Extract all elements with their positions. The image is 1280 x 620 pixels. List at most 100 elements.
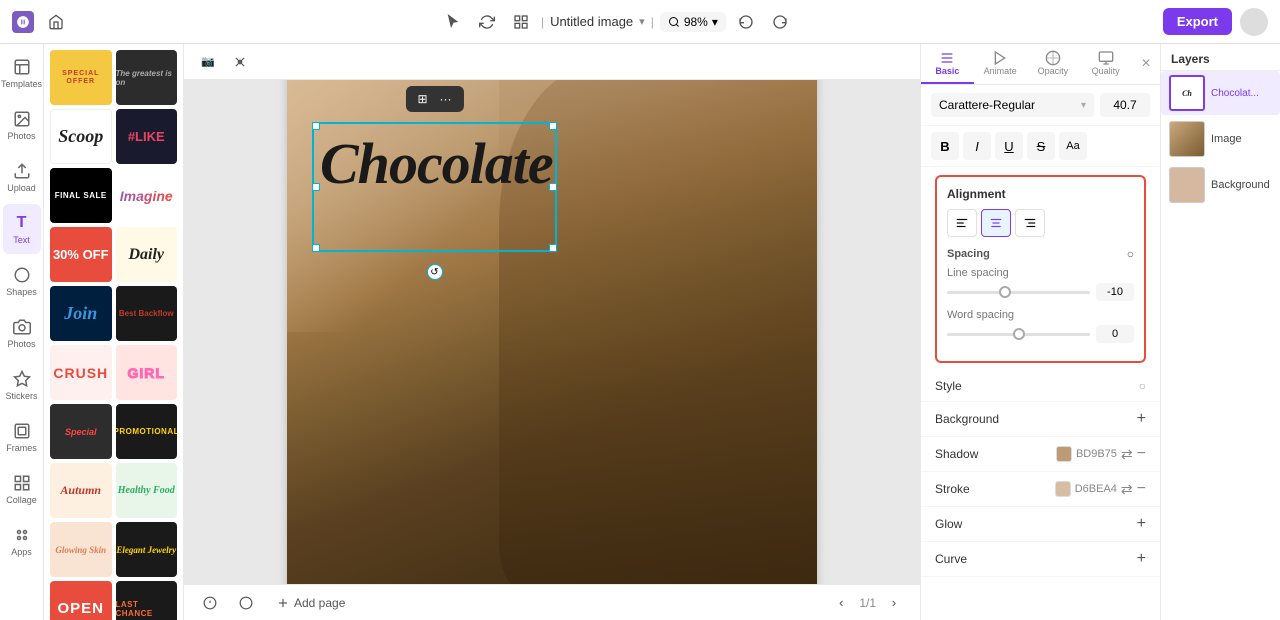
stroke-color-swatch[interactable] xyxy=(1055,481,1071,497)
shadow-edit-button[interactable]: ⇄ xyxy=(1121,446,1133,463)
align-right-icon xyxy=(1023,216,1037,230)
refresh-tool[interactable] xyxy=(473,8,501,36)
template-item-open[interactable]: OPEN xyxy=(50,581,112,620)
handle-bottom-right[interactable] xyxy=(549,244,557,252)
layer-item-image[interactable]: Image xyxy=(1161,117,1280,161)
align-right-button[interactable] xyxy=(1015,209,1045,237)
more-options-popup[interactable]: ··· xyxy=(436,90,456,108)
align-center-button[interactable] xyxy=(981,209,1011,237)
background-add-icon[interactable]: + xyxy=(1137,410,1146,428)
template-item-elegant-jewelry[interactable]: Elegant Jewelry xyxy=(116,522,178,577)
font-size-input[interactable] xyxy=(1100,93,1150,117)
canvas-main[interactable]: ⊞ ··· Chocolate ↺ xyxy=(287,80,817,584)
document-title[interactable]: Untitled image xyxy=(550,14,633,29)
rotate-handle[interactable]: ↺ xyxy=(427,264,443,280)
shadow-remove-button[interactable]: − xyxy=(1137,445,1146,463)
tab-quality[interactable]: Quality xyxy=(1079,44,1132,84)
next-page[interactable]: › xyxy=(880,589,908,617)
bold-button[interactable]: B xyxy=(931,132,959,160)
sidebar-item-collage[interactable]: Collage xyxy=(3,464,41,514)
text-element[interactable]: ⊞ ··· Chocolate ↺ xyxy=(312,122,557,252)
sidebar-item-upload[interactable]: Upload xyxy=(3,152,41,202)
redo-button[interactable] xyxy=(766,8,794,36)
align-icon-popup[interactable]: ⊞ xyxy=(413,90,431,108)
sidebar-item-text[interactable]: T Text xyxy=(3,204,41,254)
underline-button[interactable]: U xyxy=(995,132,1023,160)
sidebar-item-photos[interactable]: Photos xyxy=(3,100,41,150)
template-item-special[interactable]: Special xyxy=(50,404,112,459)
shadow-color-swatch[interactable] xyxy=(1056,446,1072,462)
tab-animate[interactable]: Animate xyxy=(974,44,1027,84)
word-spacing-slider[interactable] xyxy=(947,333,1090,336)
template-item-30off[interactable]: 30% OFF xyxy=(50,227,112,282)
template-item-best-backflow[interactable]: Best Backflow xyxy=(116,286,178,341)
curve-add-icon[interactable]: + xyxy=(1137,550,1146,568)
undo-button[interactable] xyxy=(732,8,760,36)
tab-opacity[interactable]: Opacity xyxy=(1027,44,1080,84)
layer-item-bg[interactable]: Background xyxy=(1161,163,1280,207)
grid-tool[interactable] xyxy=(507,8,535,36)
canvas-tool-2[interactable] xyxy=(226,48,254,76)
style-row[interactable]: Style ○ xyxy=(921,371,1160,402)
add-page-button[interactable]: Add page xyxy=(268,592,353,614)
stroke-edit-button[interactable]: ⇄ xyxy=(1121,481,1133,498)
case-button[interactable]: Aa xyxy=(1059,132,1087,160)
stroke-row[interactable]: Stroke D6BEA4 ⇄ − xyxy=(921,472,1160,507)
layers-panel: Layers Ch Chocolat... Image Background xyxy=(1160,44,1280,620)
layer-item-chocolate[interactable]: Ch Chocolat... xyxy=(1161,71,1280,115)
template-item-like[interactable]: #LIKE xyxy=(116,109,178,164)
chocolate-text[interactable]: Chocolate xyxy=(312,122,557,206)
template-item-special-offer[interactable]: Special Offer xyxy=(50,50,112,105)
pointer-tool[interactable] xyxy=(439,8,467,36)
strikethrough-button[interactable]: S xyxy=(1027,132,1055,160)
logo[interactable] xyxy=(12,11,34,33)
align-left-button[interactable] xyxy=(947,209,977,237)
font-selector[interactable]: Carattere-Regular ▾ xyxy=(931,93,1094,117)
sidebar-item-templates[interactable]: Templates xyxy=(3,48,41,98)
handle-bottom-left[interactable] xyxy=(312,244,320,252)
canvas-tool-1[interactable]: 📷 xyxy=(194,48,222,76)
canvas-wrapper[interactable]: Page 1 ⊞ ··· xyxy=(184,80,920,584)
sidebar-item-apps[interactable]: Apps xyxy=(3,516,41,566)
canvas-bottom-left[interactable] xyxy=(196,589,224,617)
glow-row[interactable]: Glow + xyxy=(921,507,1160,542)
sidebar-item-shapes[interactable]: Shapes xyxy=(3,256,41,306)
title-dropdown-icon[interactable]: ▾ xyxy=(639,15,645,28)
line-spacing-value[interactable] xyxy=(1096,283,1134,301)
prev-page[interactable]: ‹ xyxy=(827,589,855,617)
template-item-join[interactable]: Join xyxy=(50,286,112,341)
zoom-control[interactable]: 98% ▾ xyxy=(660,12,726,32)
stroke-remove-button[interactable]: − xyxy=(1137,480,1146,498)
canvas-undo[interactable] xyxy=(232,589,260,617)
user-avatar[interactable] xyxy=(1240,8,1268,36)
curve-row[interactable]: Curve + xyxy=(921,542,1160,577)
template-item-girl[interactable]: GIRL xyxy=(116,345,178,400)
spacing-reset[interactable]: ○ xyxy=(1127,247,1134,261)
sidebar-item-stickers[interactable]: Stickers xyxy=(3,360,41,410)
background-row[interactable]: Background + xyxy=(921,402,1160,437)
tab-basic[interactable]: Basic xyxy=(921,44,974,84)
templates-icon xyxy=(12,57,32,77)
template-item-greatest[interactable]: The greatest is on xyxy=(116,50,178,105)
panel-close-button[interactable]: × xyxy=(1132,44,1160,84)
italic-button[interactable]: I xyxy=(963,132,991,160)
shadow-row[interactable]: Shadow BD9B75 ⇄ − xyxy=(921,437,1160,472)
template-item-healthy-food[interactable]: Healthy Food xyxy=(116,463,178,518)
template-item-final-sale[interactable]: FINAL SALE xyxy=(50,168,112,223)
template-item-glowing-skin[interactable]: Glowing Skin xyxy=(50,522,112,577)
sidebar-item-photos2[interactable]: Photos xyxy=(3,308,41,358)
template-item-daily[interactable]: Daily xyxy=(116,227,178,282)
template-item-promotional[interactable]: PROMOTIONAL xyxy=(116,404,178,459)
word-spacing-value[interactable] xyxy=(1096,325,1134,343)
export-button[interactable]: Export xyxy=(1163,8,1232,35)
line-spacing-slider[interactable] xyxy=(947,291,1090,294)
home-button[interactable] xyxy=(42,8,70,36)
template-item-last-chance[interactable]: LAST CHANCE xyxy=(116,581,178,620)
style-label: Style xyxy=(935,379,962,393)
template-item-imagine[interactable]: Imagine xyxy=(116,168,178,223)
sidebar-item-frames[interactable]: Frames xyxy=(3,412,41,462)
template-item-crush[interactable]: CRUSH xyxy=(50,345,112,400)
template-item-scoop[interactable]: Scoop xyxy=(50,109,112,164)
glow-add-icon[interactable]: + xyxy=(1137,515,1146,533)
template-item-autumn[interactable]: Autumn xyxy=(50,463,112,518)
